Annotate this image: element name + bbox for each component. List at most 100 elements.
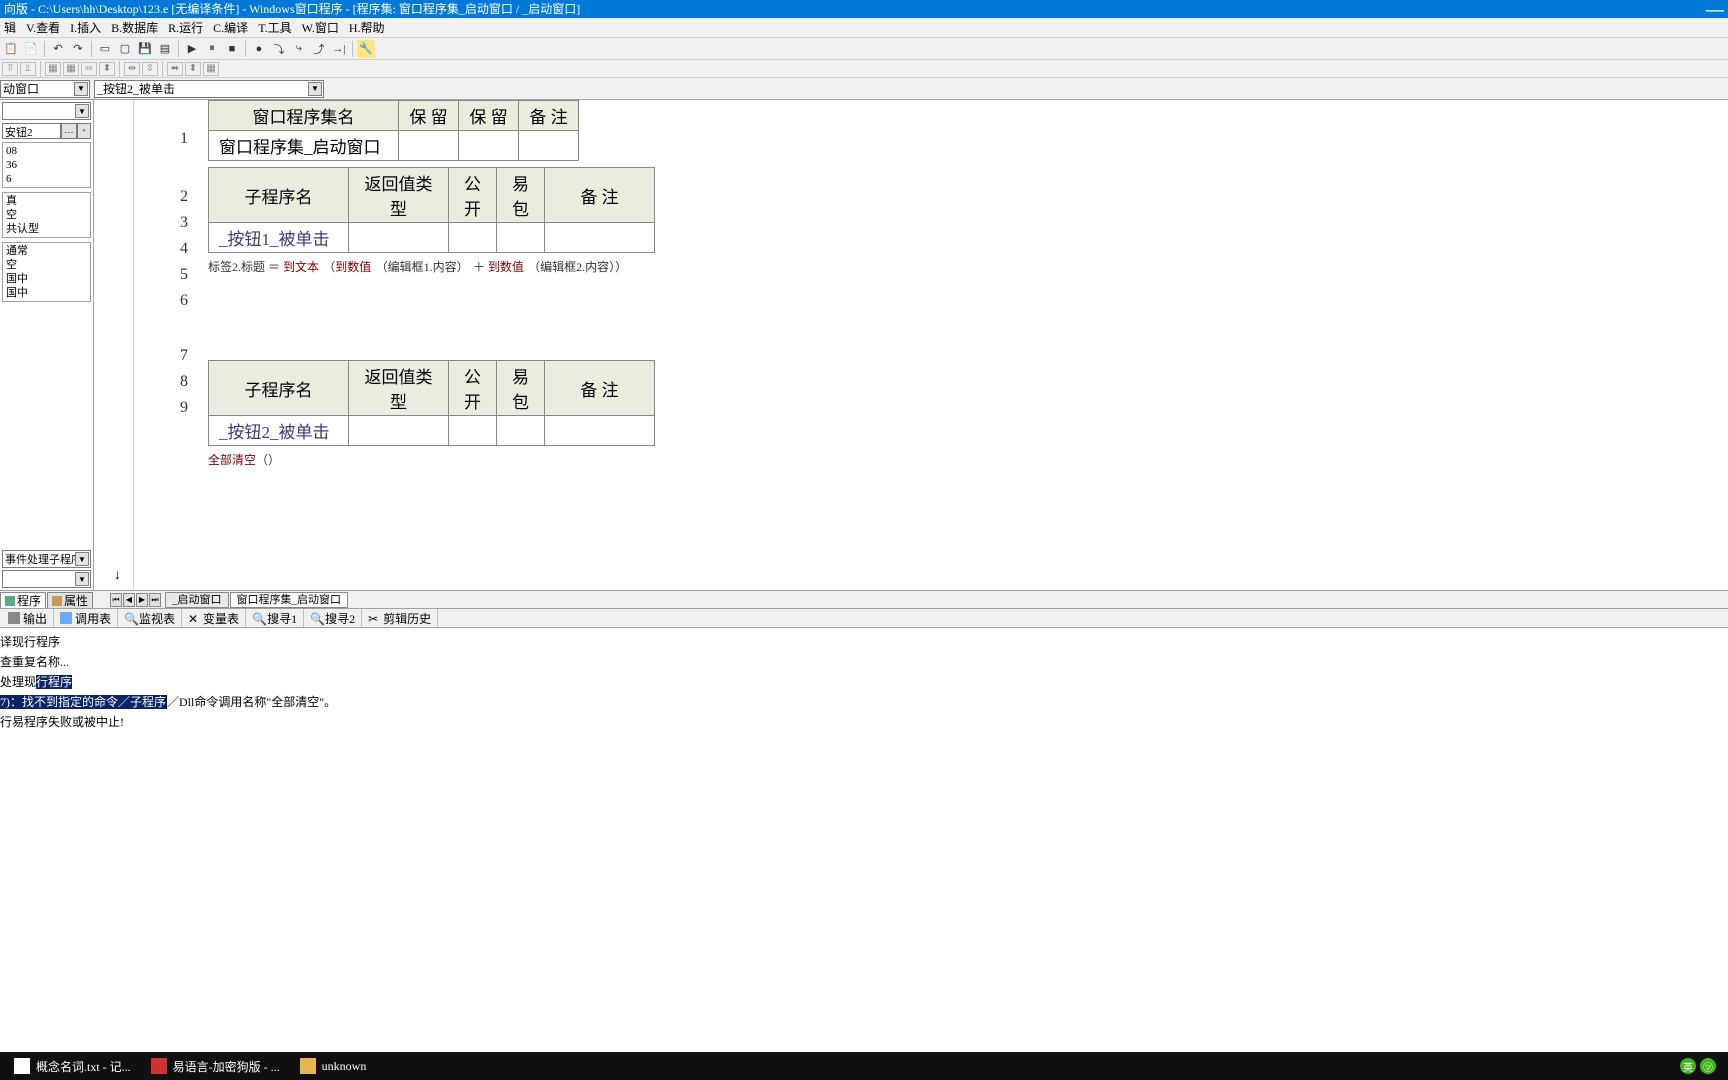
code-line-6[interactable] bbox=[204, 331, 1728, 357]
align-top-icon[interactable]: ▦ bbox=[45, 62, 61, 76]
align-left-icon[interactable]: ⫪ bbox=[2, 62, 18, 76]
cell-value[interactable] bbox=[449, 223, 497, 253]
tab-prev-icon[interactable]: ◀ bbox=[123, 593, 135, 607]
code-line-9[interactable] bbox=[204, 472, 1728, 498]
step-over-icon[interactable]: ⤵ bbox=[270, 40, 288, 58]
tab-output[interactable]: 输出 bbox=[2, 609, 54, 627]
minimize-icon[interactable]: — bbox=[1706, 0, 1724, 18]
center-v-icon[interactable]: ⬍ bbox=[99, 62, 115, 76]
prop-item[interactable]: 空 bbox=[4, 258, 89, 272]
ime-indicator[interactable]: 英 ㋡ bbox=[1680, 1058, 1724, 1074]
cell-value[interactable] bbox=[399, 131, 459, 161]
cell-value[interactable] bbox=[349, 416, 449, 446]
pause-icon[interactable]: ⏸ bbox=[203, 40, 221, 58]
cell-value[interactable] bbox=[519, 131, 579, 161]
save-icon[interactable]: 💾 bbox=[136, 40, 154, 58]
step-out-icon[interactable]: ⤴ bbox=[310, 40, 328, 58]
menu-view[interactable]: V.查看 bbox=[26, 19, 60, 36]
cell-value[interactable] bbox=[545, 416, 655, 446]
ellipsis-button[interactable]: … bbox=[61, 123, 77, 139]
work-area: ▼ 安钮2 … ◦ 08 36 6 真 空 共认型 通常 空 国中 国中 事件处… bbox=[0, 100, 1728, 590]
tab-program[interactable]: 程序 bbox=[0, 592, 46, 608]
run-to-icon[interactable]: →| bbox=[330, 40, 348, 58]
event-selector-2[interactable]: ▼ bbox=[2, 570, 91, 588]
tab-watch[interactable]: 🔍监视表 bbox=[118, 609, 182, 627]
prop-item[interactable]: 通常 bbox=[4, 244, 89, 258]
tab-properties[interactable]: 属性 bbox=[47, 592, 93, 608]
cell-value[interactable] bbox=[497, 223, 545, 253]
event-selector[interactable]: 事件处理子程序 ▼ bbox=[2, 550, 91, 568]
prop-value[interactable]: 6 bbox=[4, 172, 89, 186]
menu-db[interactable]: B.数据库 bbox=[111, 19, 158, 36]
cell-value[interactable] bbox=[449, 416, 497, 446]
search-icon: 🔍 bbox=[252, 612, 264, 624]
align-right-icon[interactable]: ⫫ bbox=[20, 62, 36, 76]
taskbar-item-folder[interactable]: unknown bbox=[290, 1053, 377, 1079]
method-selector[interactable]: _按钮2_被单击 ▼ bbox=[94, 80, 324, 98]
tab-start-window[interactable]: _启动窗口 bbox=[165, 592, 229, 608]
cell-value[interactable] bbox=[497, 416, 545, 446]
code-line-3[interactable]: 标签2.标题 ＝ 到文本 （到数值 （编辑框1.内容） ＋ 到数值 （编辑框2.… bbox=[204, 253, 1728, 279]
same-height-icon[interactable]: ⬍ bbox=[185, 62, 201, 76]
cell-value[interactable]: _按钮2_被单击 bbox=[209, 416, 349, 446]
breakpoint-icon[interactable]: ● bbox=[250, 40, 268, 58]
code-line-8[interactable]: 全部清空（） bbox=[204, 446, 1728, 472]
cell-value[interactable] bbox=[349, 223, 449, 253]
tab-cliphistory[interactable]: ✂剪辑历史 bbox=[362, 609, 438, 627]
menu-help[interactable]: H.帮助 bbox=[349, 19, 385, 36]
prop-name-input[interactable]: 安钮2 bbox=[2, 123, 61, 139]
panel-icon[interactable]: ▤ bbox=[156, 40, 174, 58]
cell-value[interactable]: _按钮1_被单击 bbox=[209, 223, 349, 253]
same-size-icon[interactable]: ▦ bbox=[203, 62, 219, 76]
tab-search1[interactable]: 🔍搜寻1 bbox=[246, 609, 304, 627]
menu-tools[interactable]: T.工具 bbox=[258, 19, 291, 36]
menu-window[interactable]: W.窗口 bbox=[302, 19, 339, 36]
copy-icon[interactable]: 📋 bbox=[2, 40, 20, 58]
code-editor[interactable]: 1 2 3 4 5 6 7 8 9 窗口程序集名 保 留 保 留 备 注 bbox=[94, 100, 1728, 590]
run-icon[interactable]: ▶ bbox=[183, 40, 201, 58]
tab-variables[interactable]: ✕变量表 bbox=[182, 609, 246, 627]
same-width-icon[interactable]: ⬌ bbox=[167, 62, 183, 76]
tab-next-icon[interactable]: ▶ bbox=[136, 593, 148, 607]
tab-last-icon[interactable]: ⏭ bbox=[149, 593, 161, 607]
down-arrow-icon[interactable]: ↓ bbox=[114, 568, 121, 584]
code-line-4[interactable] bbox=[204, 279, 1728, 305]
tab-program-set[interactable]: 窗口程序集_启动窗口 bbox=[230, 592, 349, 608]
window-icon[interactable]: ▭ bbox=[96, 40, 114, 58]
prop-item[interactable]: 国中 bbox=[4, 286, 89, 300]
menu-run[interactable]: R.运行 bbox=[168, 19, 203, 36]
step-into-icon[interactable]: ⤷ bbox=[290, 40, 308, 58]
center-h-icon[interactable]: ⬄ bbox=[81, 62, 97, 76]
tab-first-icon[interactable]: ⏮ bbox=[110, 593, 122, 607]
output-panel[interactable]: 译现行程序 查重复名称... 处理现行程序 7)：找不到指定的命令／子程序／Dl… bbox=[0, 628, 1728, 838]
paste-icon[interactable]: 📄 bbox=[22, 40, 40, 58]
align-bottom-icon[interactable]: ▦ bbox=[63, 62, 79, 76]
prop-value[interactable]: 08 bbox=[4, 144, 89, 158]
prop-item[interactable]: 真 bbox=[4, 194, 89, 208]
taskbar-item-eyuyan[interactable]: 易语言-加密狗版 - ... bbox=[141, 1053, 290, 1079]
window-selector[interactable]: 动窗口 ▼ bbox=[0, 80, 90, 98]
taskbar-item-notepad[interactable]: 概念名词.txt - 记... bbox=[4, 1053, 141, 1079]
stop-icon[interactable]: ■ bbox=[223, 40, 241, 58]
undo-icon[interactable]: ↶ bbox=[49, 40, 67, 58]
prop-selector[interactable]: ▼ bbox=[2, 102, 91, 120]
prop-item[interactable]: 共认型 bbox=[4, 222, 89, 236]
prop-value[interactable]: 36 bbox=[4, 158, 89, 172]
menu-insert[interactable]: I.插入 bbox=[70, 19, 101, 36]
code-line-5[interactable] bbox=[204, 305, 1728, 331]
menu-compile[interactable]: C.编译 bbox=[213, 19, 248, 36]
tool-icon[interactable]: 🔧 bbox=[357, 40, 375, 58]
dist-h-icon[interactable]: ⇹ bbox=[124, 62, 140, 76]
menu-edit[interactable]: 辑 bbox=[4, 19, 16, 36]
cell-value[interactable]: 窗口程序集_启动窗口 bbox=[209, 131, 399, 161]
cell-value[interactable] bbox=[545, 223, 655, 253]
tab-search2[interactable]: 🔍搜寻2 bbox=[304, 609, 362, 627]
prop-item[interactable]: 国中 bbox=[4, 272, 89, 286]
form-icon[interactable]: ▢ bbox=[116, 40, 134, 58]
lookup-button[interactable]: ◦ bbox=[77, 123, 91, 139]
dist-v-icon[interactable]: ⇳ bbox=[142, 62, 158, 76]
prop-item[interactable]: 空 bbox=[4, 208, 89, 222]
cell-value[interactable] bbox=[459, 131, 519, 161]
redo-icon[interactable]: ↷ bbox=[69, 40, 87, 58]
tab-callstack[interactable]: 调用表 bbox=[54, 609, 118, 627]
